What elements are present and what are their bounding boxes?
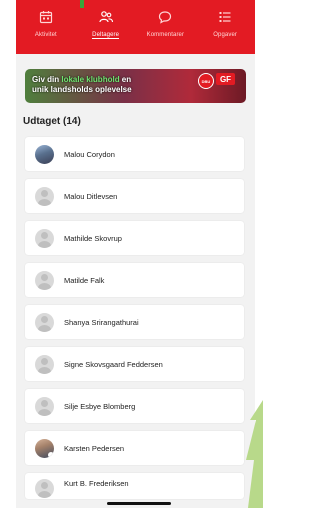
participant-list: Malou Corydon Malou Ditlevsen Mathilde S… (25, 137, 244, 507)
participant-row[interactable]: Malou Ditlevsen (25, 179, 244, 213)
avatar (35, 438, 54, 458)
calendar-icon (39, 10, 53, 24)
participant-row[interactable]: Kurt B. Frederiksen (25, 473, 244, 499)
tab-bar: Aktivitet Deltagere Kommentarer Opgaver (16, 10, 255, 39)
avatar-placeholder-icon (35, 354, 54, 374)
tab-deltagere[interactable]: Deltagere (76, 10, 136, 39)
participant-name: Matilde Falk (64, 275, 105, 285)
tab-label: Kommentarer (146, 32, 185, 38)
tab-opgaver[interactable]: Opgaver (195, 10, 255, 39)
participant-name: Signe Skovsgaard Feddersen (64, 359, 163, 369)
banner-text: Giv din lokale klubhold en unik landshol… (32, 75, 132, 95)
avatar-placeholder-icon (35, 270, 54, 290)
avatar-placeholder-icon (35, 312, 54, 332)
decorative-green-shape (246, 400, 263, 508)
participant-name: Malou Ditlevsen (64, 191, 118, 201)
status-marker (80, 0, 84, 8)
participant-name: Shanya Srirangathurai (64, 317, 139, 327)
participant-row[interactable]: Signe Skovsgaard Feddersen (25, 347, 244, 381)
content-sheet: Giv din lokale klubhold en unik landshol… (16, 57, 255, 508)
participant-row[interactable]: Matilde Falk (25, 263, 244, 297)
participant-row[interactable]: Shanya Srirangathurai (25, 305, 244, 339)
tab-kommentarer[interactable]: Kommentarer (136, 10, 196, 39)
dbu-logo-text: DBU (201, 78, 211, 84)
home-indicator[interactable] (107, 502, 171, 505)
section-title: Udtaget (14) (23, 116, 81, 127)
participant-name: Malou Corydon (64, 149, 115, 159)
comment-icon (158, 10, 172, 24)
tab-label: Deltagere (92, 32, 120, 39)
gf-logo: GF (216, 73, 235, 85)
participant-name: Karsten Pedersen (64, 443, 125, 453)
avatar-placeholder-icon (35, 479, 54, 498)
tab-label: Aktivitet (34, 32, 57, 38)
banner-line1-end: en (119, 75, 132, 84)
avatar-placeholder-icon (35, 228, 54, 248)
participant-row[interactable]: Mathilde Skovrup (25, 221, 244, 255)
avatar-placeholder-icon (35, 186, 54, 206)
participant-name: Kurt B. Frederiksen (64, 479, 129, 488)
left-margin (0, 0, 16, 508)
participant-row[interactable]: Karsten Pedersen (25, 431, 244, 465)
participant-name: Mathilde Skovrup (64, 233, 122, 243)
list-icon (218, 10, 232, 24)
top-navigation-bar: Aktivitet Deltagere Kommentarer Opgaver (16, 0, 255, 54)
banner-line2: unik landsholds oplevelse (32, 85, 132, 94)
gf-logo-text: GF (219, 74, 232, 84)
participant-row[interactable]: Malou Corydon (25, 137, 244, 171)
dbu-logo: DBU (198, 73, 214, 89)
app-screen: Aktivitet Deltagere Kommentarer Opgaver (16, 0, 255, 508)
participant-name: Silje Esbye Blomberg (64, 401, 136, 411)
tab-label: Opgaver (213, 32, 237, 38)
tab-aktivitet[interactable]: Aktivitet (16, 10, 76, 39)
banner-line1-start: Giv din (32, 75, 62, 84)
avatar-placeholder-icon (35, 396, 54, 416)
people-icon (99, 10, 113, 24)
avatar (35, 144, 54, 164)
banner-line1-highlight: lokale klubhold (61, 75, 120, 84)
promo-banner[interactable]: Giv din lokale klubhold en unik landshol… (25, 69, 246, 103)
participant-row[interactable]: Silje Esbye Blomberg (25, 389, 244, 423)
